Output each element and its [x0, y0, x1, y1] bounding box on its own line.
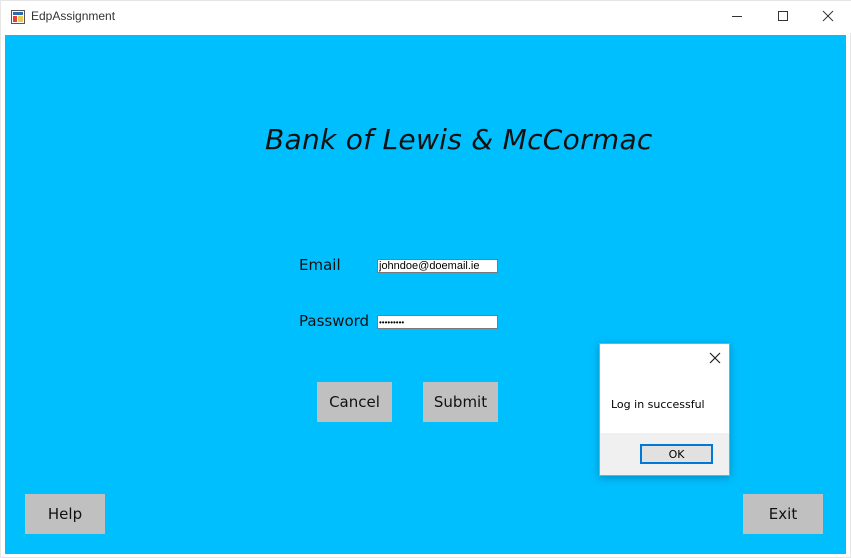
help-button[interactable]: Help: [25, 494, 105, 534]
exit-button[interactable]: Exit: [743, 494, 823, 534]
winforms-app-icon: [11, 10, 25, 24]
close-button[interactable]: [805, 1, 851, 31]
minimize-icon: [732, 16, 742, 17]
dialog-message: Log in successful: [611, 398, 705, 411]
maximize-icon: [778, 11, 788, 21]
email-label: Email: [299, 256, 341, 274]
password-field[interactable]: [377, 315, 498, 329]
window-title: EdpAssignment: [31, 9, 116, 23]
page-title: Bank of Lewis & McCormac: [265, 123, 653, 156]
password-label: Password: [299, 312, 370, 330]
app-window: EdpAssignment Bank of Lewis & McCormac E…: [0, 0, 851, 558]
minimize-button[interactable]: [714, 1, 760, 31]
ok-button[interactable]: OK: [640, 444, 713, 464]
form-client-area: [5, 35, 846, 554]
close-icon: [709, 352, 721, 364]
cancel-button[interactable]: Cancel: [317, 382, 392, 422]
close-icon: [822, 10, 834, 22]
dialog-footer: OK: [600, 433, 729, 475]
dialog-close-button[interactable]: [707, 350, 723, 366]
email-field[interactable]: [377, 259, 498, 273]
title-bar[interactable]: EdpAssignment: [1, 1, 851, 33]
maximize-button[interactable]: [760, 1, 806, 31]
submit-button[interactable]: Submit: [423, 382, 498, 422]
message-box: Log in successful OK: [599, 343, 730, 476]
